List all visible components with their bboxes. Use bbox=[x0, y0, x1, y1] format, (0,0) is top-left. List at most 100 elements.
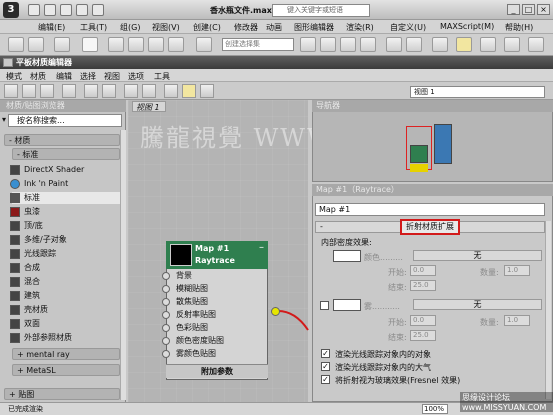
group-standard[interactable]: - 标准 bbox=[12, 148, 120, 160]
browser-item[interactable]: 双面 bbox=[10, 318, 40, 330]
menu-create[interactable]: 创建(C) bbox=[193, 22, 221, 33]
mirror-icon[interactable] bbox=[300, 37, 316, 52]
view-dropdown[interactable]: 视图 1 bbox=[410, 86, 545, 98]
node-slot[interactable]: 模糊贴图 bbox=[160, 283, 268, 295]
pick-material-icon[interactable] bbox=[4, 84, 18, 98]
checkbox-render-atmosphere[interactable]: ✓ bbox=[321, 362, 330, 371]
maximize-button[interactable]: □ bbox=[522, 4, 535, 15]
fog-start-spinner[interactable]: 0.0 bbox=[410, 315, 436, 326]
render-icon[interactable] bbox=[504, 37, 520, 52]
fog-map-button[interactable]: 无 bbox=[413, 299, 542, 310]
open-file-icon[interactable] bbox=[44, 4, 56, 16]
delete-icon[interactable] bbox=[40, 84, 54, 98]
schematic-view-icon[interactable] bbox=[406, 37, 422, 52]
browser-item-selected[interactable]: 标准 bbox=[10, 192, 120, 204]
layout-all-icon[interactable] bbox=[124, 84, 138, 98]
curve-editor-icon[interactable] bbox=[386, 37, 402, 52]
browser-item[interactable]: 建筑 bbox=[10, 290, 40, 302]
fog-checkbox[interactable] bbox=[320, 301, 329, 310]
browser-item[interactable]: 顶/底 bbox=[10, 220, 43, 232]
percent-snap-icon[interactable] bbox=[148, 37, 164, 52]
menu-modifiers[interactable]: 修改器 bbox=[234, 22, 258, 33]
group-materials[interactable]: - 材质 bbox=[4, 134, 120, 146]
close-button[interactable]: × bbox=[537, 4, 550, 15]
parameter-scrollbar[interactable] bbox=[545, 221, 551, 399]
menu-group[interactable]: 组(G) bbox=[120, 22, 140, 33]
rollout-header[interactable]: - 折射材质扩展 bbox=[315, 219, 545, 235]
fog-amount-spinner[interactable]: 1.0 bbox=[504, 315, 530, 326]
checkbox-fresnel[interactable]: ✓ bbox=[321, 375, 330, 384]
color-map-button[interactable]: 无 bbox=[413, 250, 542, 261]
browser-search-input[interactable]: 按名称搜索... bbox=[8, 114, 122, 127]
browser-scrollbar[interactable] bbox=[120, 130, 126, 400]
layout-children-icon[interactable] bbox=[142, 84, 156, 98]
browser-item[interactable]: 外部参照材质 bbox=[10, 332, 72, 344]
menu-rendering[interactable]: 渲染(R) bbox=[346, 22, 374, 33]
bind-space-warp-icon[interactable] bbox=[54, 37, 70, 52]
menu-animation[interactable]: 动画 bbox=[266, 22, 282, 33]
view-tab[interactable]: 视图 1 bbox=[132, 101, 166, 112]
search-input[interactable]: 键入关键字或短语 bbox=[272, 4, 370, 17]
sme-menu-edit[interactable]: 编辑 bbox=[56, 71, 72, 82]
snap-3d-icon[interactable] bbox=[108, 37, 124, 52]
parameter-editor-icon[interactable] bbox=[182, 84, 196, 98]
menu-tools[interactable]: 工具(T) bbox=[80, 22, 107, 33]
link-icon[interactable] bbox=[8, 37, 24, 52]
select-object-icon[interactable] bbox=[82, 37, 98, 52]
node-slot[interactable]: 颜色密度贴图 bbox=[160, 335, 268, 347]
assign-material-icon[interactable] bbox=[22, 84, 36, 98]
node-footer[interactable]: 附加参数 bbox=[166, 364, 268, 378]
material-map-navigator-icon[interactable] bbox=[164, 84, 178, 98]
group-maps[interactable]: + 贴图 bbox=[4, 388, 120, 400]
graphite-icon[interactable] bbox=[360, 37, 376, 52]
color-swatch[interactable] bbox=[333, 250, 361, 262]
sme-menu-modes[interactable]: 模式 bbox=[6, 71, 22, 82]
menu-customize[interactable]: 自定义(U) bbox=[390, 22, 426, 33]
browser-item[interactable]: Ink 'n Paint bbox=[10, 178, 68, 190]
node-slot[interactable]: 雾颜色贴图 bbox=[160, 348, 268, 360]
browser-item[interactable]: 多维/子对象 bbox=[10, 234, 67, 246]
undo-icon[interactable] bbox=[76, 4, 88, 16]
browser-item[interactable]: 合成 bbox=[10, 262, 40, 274]
app-logo[interactable]: 3 bbox=[3, 2, 19, 18]
input-socket-icon[interactable] bbox=[162, 311, 170, 319]
save-file-icon[interactable] bbox=[60, 4, 72, 16]
node-slot[interactable]: 色彩贴图 bbox=[160, 322, 268, 334]
zoom-dropdown[interactable]: 100% bbox=[422, 404, 448, 414]
move-children-icon[interactable] bbox=[62, 84, 76, 98]
show-map-icon[interactable] bbox=[84, 84, 98, 98]
unlink-icon[interactable] bbox=[28, 37, 44, 52]
browser-item[interactable]: 混合 bbox=[10, 276, 40, 288]
new-file-icon[interactable] bbox=[28, 4, 40, 16]
menu-help[interactable]: 帮助(H) bbox=[505, 22, 533, 33]
start-spinner[interactable]: 0.0 bbox=[410, 265, 436, 276]
browser-item[interactable]: 虫漆 bbox=[10, 206, 40, 218]
input-socket-icon[interactable] bbox=[162, 285, 170, 293]
sme-menu-select[interactable]: 选择 bbox=[80, 71, 96, 82]
menu-graph-editors[interactable]: 图形编辑器 bbox=[294, 22, 334, 33]
select-by-material-icon[interactable] bbox=[200, 84, 214, 98]
background-icon[interactable] bbox=[102, 84, 116, 98]
minimize-button[interactable]: _ bbox=[507, 4, 520, 15]
named-selection-icon[interactable] bbox=[196, 37, 212, 52]
group-metasl[interactable]: + MetaSL bbox=[12, 364, 120, 376]
material-editor-icon[interactable] bbox=[432, 37, 448, 52]
spinner-snap-icon[interactable] bbox=[168, 37, 184, 52]
menu-maxscript[interactable]: MAXScript(M) bbox=[440, 22, 494, 31]
map-name-field[interactable]: Map #1 bbox=[315, 203, 545, 216]
amount-spinner[interactable]: 1.0 bbox=[504, 265, 530, 276]
output-socket-icon[interactable] bbox=[271, 307, 280, 316]
fog-end-spinner[interactable]: 25.0 bbox=[410, 330, 436, 341]
browser-item[interactable]: 光线跟踪 bbox=[10, 248, 56, 260]
input-socket-icon[interactable] bbox=[162, 324, 170, 332]
render-production-icon[interactable] bbox=[528, 37, 544, 52]
sme-menu-view[interactable]: 视图 bbox=[104, 71, 120, 82]
render-setup-icon[interactable] bbox=[456, 37, 472, 52]
input-socket-icon[interactable] bbox=[162, 350, 170, 358]
node-slot[interactable]: 反射率贴图 bbox=[160, 309, 268, 321]
node-slot[interactable]: 散焦贴图 bbox=[160, 296, 268, 308]
fog-color-swatch[interactable] bbox=[333, 299, 361, 311]
collapse-icon[interactable]: – bbox=[259, 242, 264, 253]
checkbox-render-objects[interactable]: ✓ bbox=[321, 349, 330, 358]
sme-menu-material[interactable]: 材质 bbox=[30, 71, 46, 82]
